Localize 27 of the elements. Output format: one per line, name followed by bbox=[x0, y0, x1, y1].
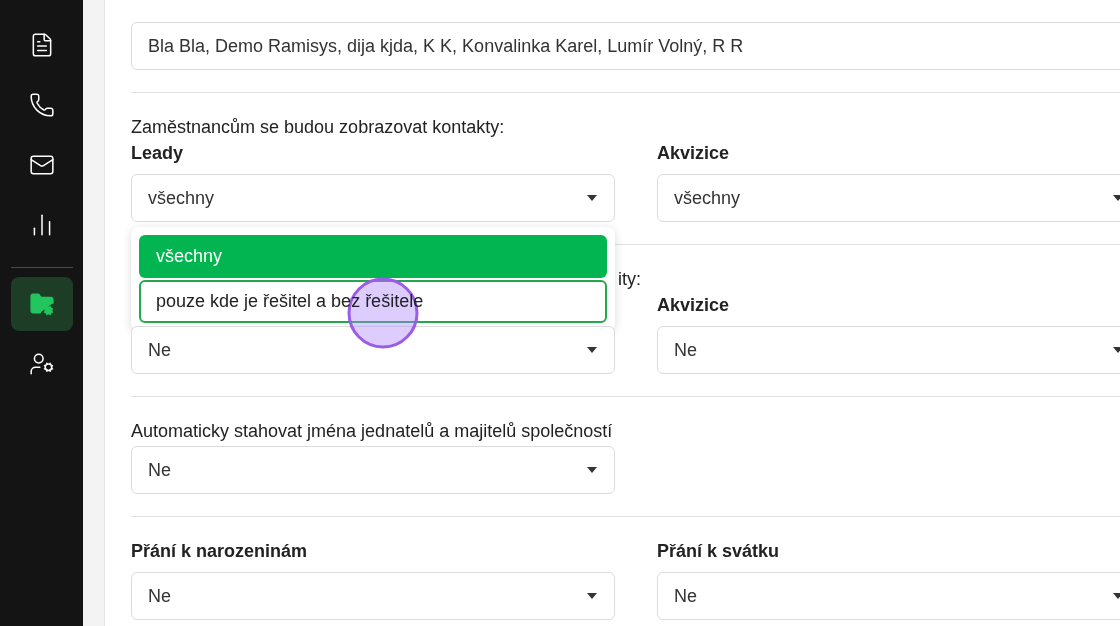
sidebar-item[interactable] bbox=[10, 277, 73, 331]
section-caption: Zaměstnancům se budou zobrazovat kontakty: bbox=[131, 117, 505, 137]
employees-field[interactable]: Bla Bla, Demo Ramisys, dija kjda, K K, Konvalinka Karel, Lumír Volný, R R bbox=[131, 22, 1120, 70]
select-field[interactable]: Ne bbox=[657, 326, 1120, 374]
section-caption: ity: bbox=[618, 269, 641, 289]
select-field[interactable]: Ne bbox=[657, 572, 1120, 620]
select-field[interactable]: všechny bbox=[657, 174, 1120, 222]
field-label: Akvizice bbox=[657, 294, 731, 316]
caret-icon bbox=[586, 466, 598, 474]
caret-icon bbox=[586, 592, 598, 600]
caret-icon bbox=[586, 194, 598, 202]
field-label: Přání k narozeninám bbox=[131, 540, 309, 562]
folder-gear-icon bbox=[28, 291, 55, 317]
select-field[interactable]: všechny bbox=[131, 174, 615, 222]
select-field[interactable]: Ne bbox=[131, 572, 615, 620]
caret-icon bbox=[1112, 194, 1120, 202]
select-field[interactable]: Ne bbox=[131, 446, 615, 494]
field-label: Akvizice bbox=[657, 142, 731, 164]
field-label: Přání k svátku bbox=[657, 540, 781, 562]
section-caption: Automaticky stahovat jména jednatelů a majitelů společností bbox=[131, 421, 613, 441]
phone-icon bbox=[28, 92, 55, 118]
user-gear-icon bbox=[28, 351, 55, 377]
field-label: Leady bbox=[131, 142, 185, 164]
caret-icon bbox=[1112, 346, 1120, 354]
caret-icon bbox=[1112, 592, 1120, 600]
select-field[interactable]: Ne bbox=[131, 326, 615, 374]
caret-icon bbox=[586, 346, 598, 354]
